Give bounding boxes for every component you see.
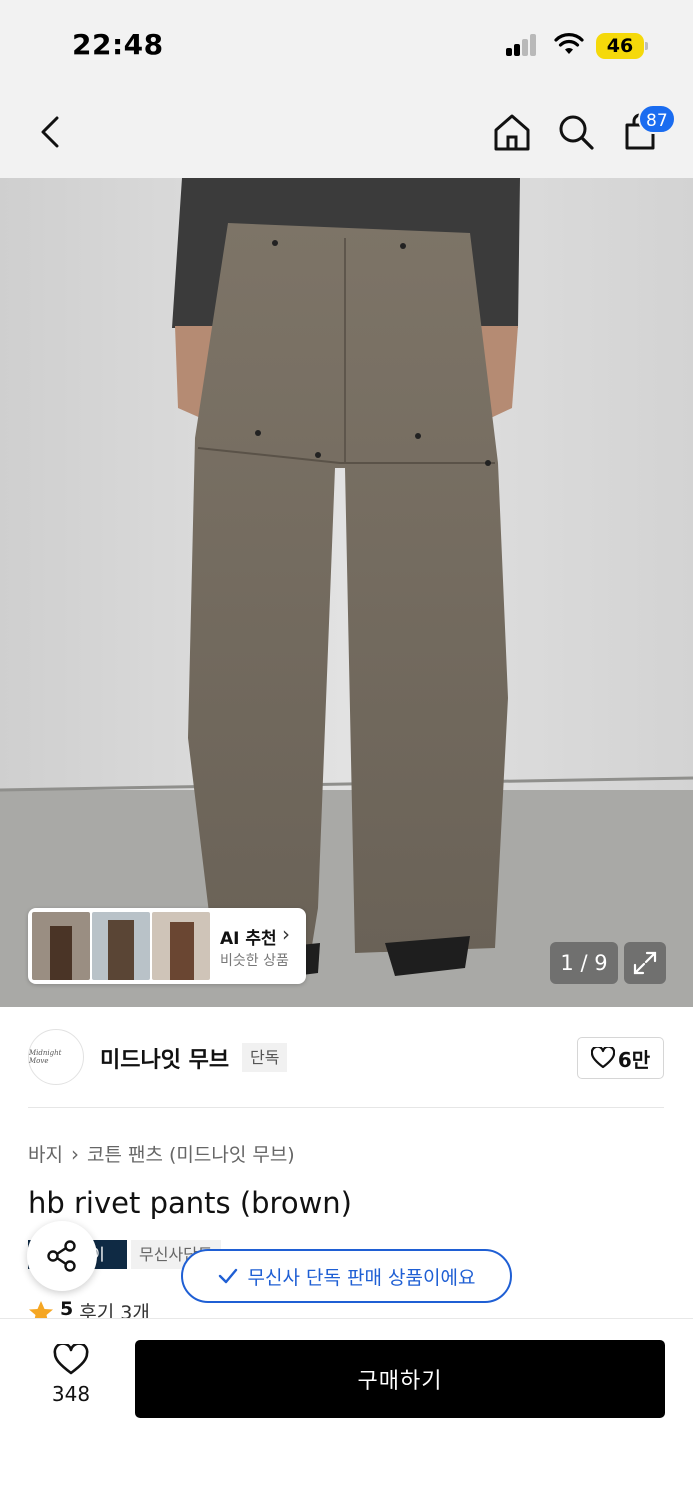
ai-recommend-subtitle: 비슷한 상품 [220,953,289,969]
product-image[interactable] [0,178,693,1007]
brand-name[interactable]: 미드나잇 무브 [100,1042,229,1074]
cart-count-badge: 87 [638,104,676,134]
check-icon [218,1268,237,1284]
exclusive-tag: 단독 [242,1043,288,1072]
home-icon [494,114,530,151]
search-icon [559,115,594,150]
expand-icon [633,951,657,975]
brand-like-count: 6만 [617,1047,651,1072]
recommend-thumb[interactable] [92,912,150,980]
product-photo [0,178,693,1007]
wishlist-count: 348 [51,1382,91,1406]
buy-button[interactable]: 구매하기 [135,1340,665,1418]
expand-image-button[interactable] [624,942,666,984]
status-bar: 22:48 46 [0,0,693,90]
signal-icon [506,34,544,56]
brand-logo[interactable]: Midnight Move [28,1029,84,1085]
top-nav-bar [0,90,693,178]
rating-score: 5 [60,1298,74,1320]
heart-icon [53,1344,89,1375]
chevron-right-icon: › [282,922,290,946]
breadcrumb: 바지 › 코튼 팬츠 (미드나잇 무브) [28,1140,295,1167]
recommend-thumb[interactable] [32,912,90,980]
exclusive-toast: 무신사 단독 판매 상품이에요 [181,1249,512,1303]
back-button[interactable] [26,108,74,156]
wishlist-button[interactable]: 348 [34,1344,108,1416]
back-icon [41,116,59,148]
battery-icon: 46 [596,33,644,59]
image-pager: 1 / 9 [550,942,618,984]
divider [28,1107,664,1108]
share-icon [47,1240,76,1272]
ai-recommend-card[interactable]: AI 추천 › 비슷한 상품 [28,908,306,984]
brand-like-button[interactable]: 6만 [577,1037,664,1079]
chevron-right-icon: › [70,1141,79,1166]
status-time: 22:48 [72,28,164,61]
toast-text: 무신사 단독 판매 상품이에요 [247,1266,476,1289]
share-button[interactable] [27,1221,97,1291]
ai-recommend-title: AI 추천 [220,929,277,949]
battery-nub [645,42,648,50]
breadcrumb-item[interactable]: 코튼 팬츠 (미드나잇 무브) [87,1140,295,1167]
wifi-icon [554,33,584,54]
heart-icon [590,1047,615,1069]
home-button[interactable] [488,108,536,156]
breadcrumb-item[interactable]: 바지 [28,1140,63,1167]
product-title: hb rivet pants (brown) [28,1186,352,1220]
recommend-thumb[interactable] [152,912,210,980]
search-button[interactable] [552,108,600,156]
